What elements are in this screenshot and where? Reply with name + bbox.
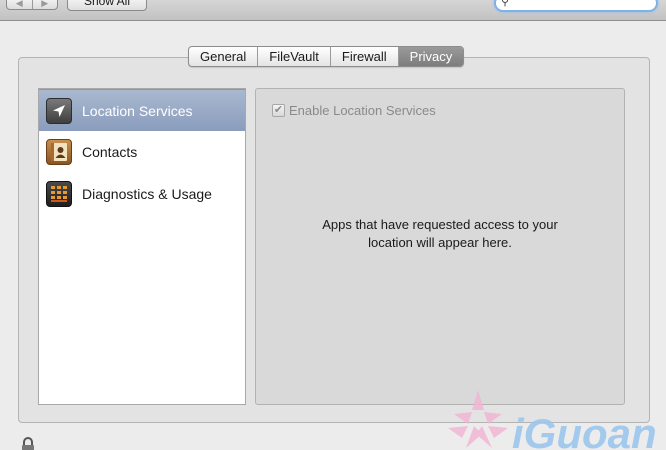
message-line-1: Apps that have requested access to your (322, 217, 558, 232)
tab-filevault[interactable]: FileVault (257, 47, 330, 66)
location-arrow-icon (46, 97, 72, 124)
show-all-label: Show All (83, 0, 131, 8)
sidebar-item-label: Diagnostics & Usage (82, 186, 212, 202)
empty-apps-message: Apps that have requested access to your … (276, 216, 604, 252)
back-forward-control: ◀ ▶ (6, 0, 58, 10)
enable-location-services-row: ✔ Enable Location Services (272, 103, 436, 118)
sidebar-item-contacts[interactable]: Contacts (39, 131, 245, 173)
enable-location-services-label: Enable Location Services (289, 103, 436, 118)
sidebar-item-location-services[interactable]: Location Services (39, 89, 245, 131)
lock-icon[interactable] (20, 437, 36, 450)
location-services-panel: ✔ Enable Location Services Apps that hav… (255, 88, 625, 405)
forward-button[interactable]: ▶ (31, 0, 58, 9)
enable-location-services-checkbox[interactable]: ✔ (272, 104, 285, 117)
message-line-2: location will appear here. (368, 235, 512, 250)
console-grid-icon (46, 181, 72, 207)
forward-arrow-icon: ▶ (41, 0, 49, 8)
address-book-icon (46, 139, 72, 165)
toolbar: ◀ ▶ Show All ⚲ (0, 0, 666, 21)
tab-bar: General FileVault Firewall Privacy (188, 46, 465, 67)
back-button[interactable]: ◀ (7, 0, 32, 9)
sidebar-item-label: Location Services (82, 102, 193, 119)
magnifier-icon: ⚲ (501, 0, 510, 8)
tab-privacy[interactable]: Privacy (397, 47, 464, 66)
search-input[interactable] (512, 0, 652, 10)
watermark-logo: iGuoan (448, 388, 666, 450)
tab-firewall[interactable]: Firewall (329, 47, 398, 66)
watermark-text: iGuoan (512, 410, 657, 450)
show-all-button[interactable]: Show All (67, 0, 147, 11)
search-field[interactable]: ⚲ (494, 0, 658, 12)
back-arrow-icon: ◀ (15, 0, 23, 8)
checkmark-icon: ✔ (273, 104, 284, 116)
sidebar-item-label: Contacts (82, 144, 138, 160)
privacy-category-list: Location Services Contacts Diagnostics &… (38, 88, 246, 405)
sidebar-item-diagnostics-usage[interactable]: Diagnostics & Usage (39, 173, 245, 215)
tab-general[interactable]: General (189, 47, 257, 66)
